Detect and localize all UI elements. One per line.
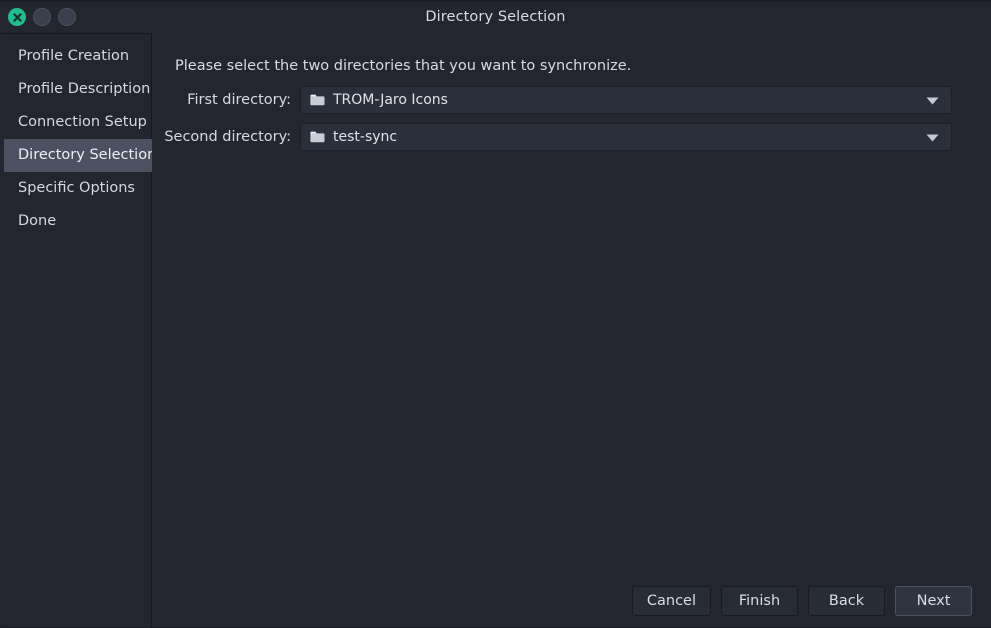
- folder-icon: [310, 131, 325, 143]
- first-directory-row: First directory: TROM-Jaro Icons: [152, 86, 952, 114]
- first-directory-value: TROM-Jaro Icons: [333, 92, 448, 108]
- sidebar-item-label: Connection Setup: [18, 114, 147, 130]
- sidebar-item-specific-options[interactable]: Specific Options: [1, 172, 151, 205]
- second-directory-label: Second directory:: [164, 129, 291, 145]
- dialog-button-bar: Cancel Finish Back Next: [631, 586, 972, 616]
- wizard-step-sidebar: Profile Creation Profile Description Con…: [1, 33, 156, 627]
- main-panel: Please select the two directories that y…: [152, 33, 991, 627]
- folder-icon: [310, 94, 325, 106]
- sidebar-item-label: Specific Options: [18, 180, 135, 196]
- sidebar-item-label: Profile Creation: [18, 48, 130, 64]
- window-title: Directory Selection: [425, 9, 566, 25]
- directory-selection-window: Directory Selection Profile Creation Pro…: [0, 0, 991, 628]
- first-directory-label: First directory:: [187, 92, 291, 108]
- sidebar-item-label: Done: [18, 213, 57, 229]
- next-button[interactable]: Next: [895, 586, 972, 616]
- sidebar-item-label: Profile Description: [18, 81, 151, 97]
- sidebar-item-profile-creation[interactable]: Profile Creation: [1, 40, 151, 73]
- chevron-down-icon[interactable]: [926, 124, 939, 152]
- sidebar-item-connection-setup[interactable]: Connection Setup: [1, 106, 151, 139]
- chevron-down-icon[interactable]: [926, 87, 939, 115]
- sidebar-item-directory-selection[interactable]: Directory Selection: [4, 139, 156, 172]
- finish-button[interactable]: Finish: [721, 586, 798, 616]
- back-button[interactable]: Back: [808, 586, 885, 616]
- sidebar-item-done[interactable]: Done: [1, 205, 151, 238]
- cancel-button[interactable]: Cancel: [631, 586, 711, 616]
- second-directory-value: test-sync: [333, 129, 398, 145]
- instruction-text: Please select the two directories that y…: [175, 58, 632, 74]
- second-directory-row: Second directory: test-sync: [152, 123, 952, 151]
- sidebar-item-profile-description[interactable]: Profile Description: [1, 73, 151, 106]
- second-directory-combobox[interactable]: test-sync: [300, 123, 952, 151]
- sidebar-item-label: Directory Selection: [18, 147, 157, 163]
- first-directory-combobox[interactable]: TROM-Jaro Icons: [300, 86, 952, 114]
- titlebar: Directory Selection: [0, 2, 991, 33]
